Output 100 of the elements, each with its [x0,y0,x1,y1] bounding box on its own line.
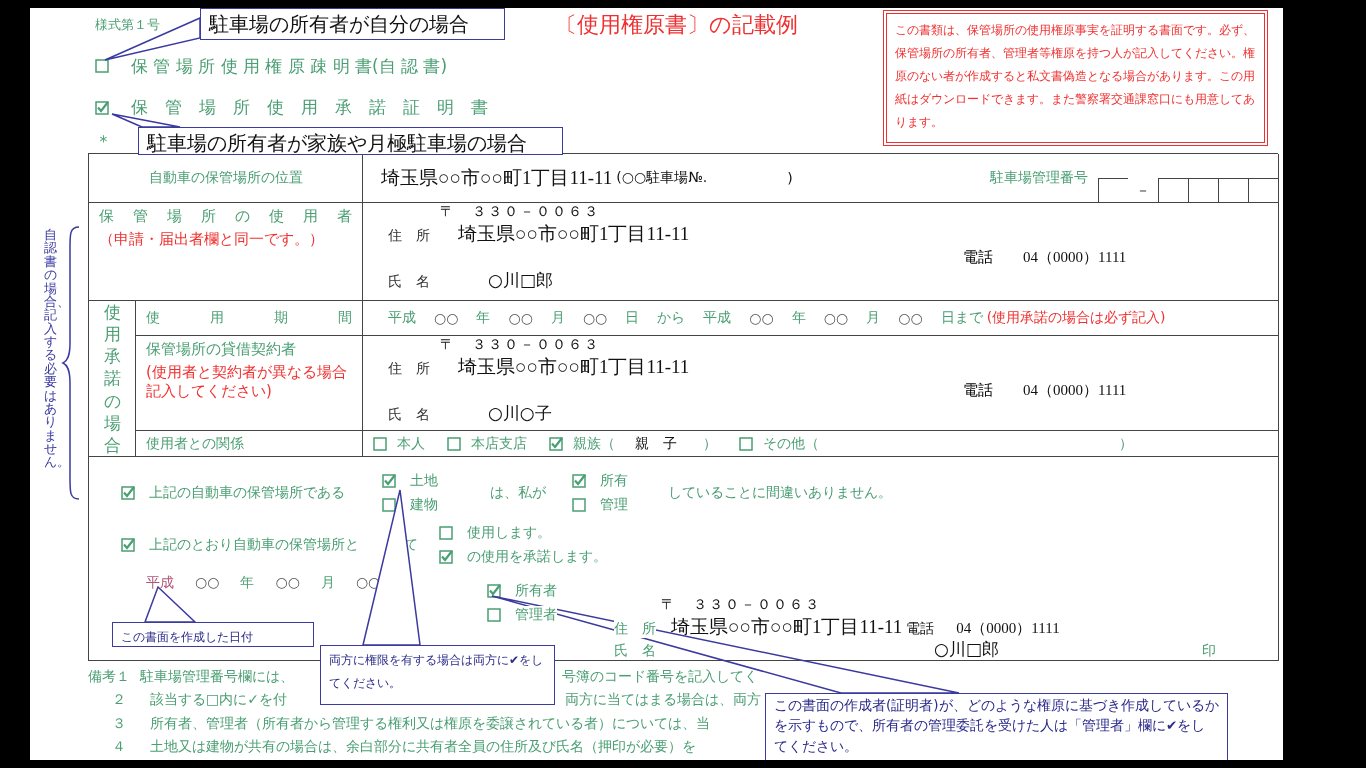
remark-text: 土地又は建物が共有の場合は、余白部分に共有者全員の住所及び氏名（押印が必要）を [150,738,696,757]
document-type: 保 管 場 所 使 用 承 諾 証 明 書 [131,96,488,120]
address-value: 埼玉県○○市○○町1丁目11-11 [671,615,903,639]
statement-text: 上記の自動車の保管場所である [149,483,346,502]
row-label: 保 管 場 所 の 使 用 者 [99,207,352,226]
name-value: ○川□郎 [934,638,999,661]
option-value: 親 子 [635,434,677,453]
row-label: 駐車場管理番号 [990,169,1088,187]
checkbox[interactable] [382,497,396,512]
checkbox[interactable] [121,538,135,553]
postal-code: 〒 ３３０－００６３ [660,596,822,614]
remark-number: ３ [111,714,127,733]
checkbox[interactable] [373,436,387,451]
date-text: ○○ [749,310,774,326]
checkbox[interactable] [572,473,586,488]
field-label: 氏 名 [614,642,657,660]
digit-box[interactable] [1188,178,1218,203]
date-text: 平成 [388,309,416,327]
phone-value: 04（0000）1111 [1023,380,1127,400]
seal-mark: 印 [1202,642,1216,660]
checkbox[interactable] [487,608,501,622]
dash: － [1135,181,1151,200]
field-label: 住 所 [388,360,431,378]
date-text: 年 [476,309,491,327]
date-text: 月 [550,309,565,327]
option-label: 管理 [600,495,628,514]
checkbox[interactable] [439,550,453,565]
parking-name-close: ) [787,170,793,186]
statement-text: は、私が [490,483,547,502]
date-text: ○○ [434,310,459,326]
checkbox[interactable] [95,100,109,115]
checkbox[interactable] [439,526,453,541]
remark-number: ２ [111,691,127,710]
asterisk: ＊ [95,130,112,153]
remark-text: 所有者、管理者（所有者から管理する権利又は権原を委譲されている者）については、当 [150,714,710,733]
option-label: その他（ [763,434,819,453]
date-text: ○○ [508,310,533,326]
option-bracket: ） [703,434,717,453]
option-label: 所有 [600,471,628,490]
checkbox[interactable] [572,497,586,512]
phone-value: 04（0000）1111 [1023,247,1127,267]
row-note: （申請・届出者欄と同一です。） [99,230,325,249]
option-label: 管理者 [515,606,557,624]
remark-text: 両方に当てはまる場合は、両方 [564,691,761,710]
date-text: 平成 [703,309,732,327]
option-label: 土地 [410,471,438,490]
checkbox[interactable] [95,59,109,74]
option-label: 所有者 [515,582,557,600]
option-label: 本人 [397,434,425,453]
row-note: (使用者と契約者が異なる場合記入してください) [146,363,348,401]
field-label: 電話 [963,247,993,267]
name-value: ○川□郎 [488,269,553,292]
row-label: 保管場所の貸借契約者 [146,340,297,359]
form-number: 様式第１号 [95,16,160,35]
phone-value: 04（0000）1111 [956,619,1060,638]
option-label: の使用を承諾します。 [467,548,607,567]
checkbox[interactable] [382,473,396,488]
option-label: 建物 [410,495,438,514]
document-type: 保 管 場 所 使 用 権 原 疎 明 書(自 認 書) [131,54,448,78]
address-value: 埼玉県○○市○○町1丁目11-11 [458,222,690,246]
digit-box[interactable] [1248,178,1278,203]
date-text: ○○ [195,574,220,592]
option-bracket: ） [1119,434,1133,453]
date-text: ○○ [823,310,849,326]
bracket-icon [61,225,81,501]
option-label: 親族（ [573,434,615,453]
statement-text: していることに間違いありません。 [668,483,892,502]
row-label: 使用者との関係 [146,434,244,453]
checkbox[interactable] [487,584,501,598]
checkbox[interactable] [447,436,461,451]
checkbox[interactable] [121,485,135,500]
field-label: 住 所 [388,227,431,245]
field-label: 氏 名 [388,273,431,291]
row-note: (使用承諾の場合は必ず記入) [986,309,1166,327]
date-text: ○○ [582,310,608,326]
postal-code: 〒 ３３０－００６３ [439,203,601,221]
checkbox[interactable] [549,436,563,451]
date-text: 平成 [146,574,174,592]
remark-number: 備考１ [88,667,131,686]
date-text: ○○ [275,574,300,592]
option-label: 使用します。 [467,524,551,543]
remark-text: 該当する□内に✓を付 [150,691,287,710]
field-label: 電話 [963,380,993,400]
date-text: 月 [866,309,881,327]
field-label: 住 所 [614,620,656,638]
parking-name: (○○駐車場№. [616,169,708,187]
callout: この書面の作成者(証明者)が、どのような権原に基づき作成しているかを示すもので、所有者の管理委託を受けた人は「管理者」欄に✔をしてください。 [765,693,1228,760]
postal-code: 〒 ３３０－００６３ [439,336,601,354]
checkbox[interactable] [739,436,753,451]
statement-text: 上記のとおり自動車の保管場所と [149,536,360,555]
remark-number: ４ [111,738,127,757]
address-value: 埼玉県○○市○○町1丁目11-11 [381,166,613,190]
date-text: 年 [240,574,255,592]
callout: 両方に権限を有する場合は両方に✔をしてください。 [320,645,555,705]
digit-box[interactable] [1098,178,1128,203]
digit-box[interactable] [1218,178,1248,203]
date-text: 月 [320,574,335,592]
name-value: ○川○子 [488,402,552,425]
digit-box[interactable] [1158,178,1188,203]
remark-text: 号簿のコード番号を記入してく [562,667,758,686]
